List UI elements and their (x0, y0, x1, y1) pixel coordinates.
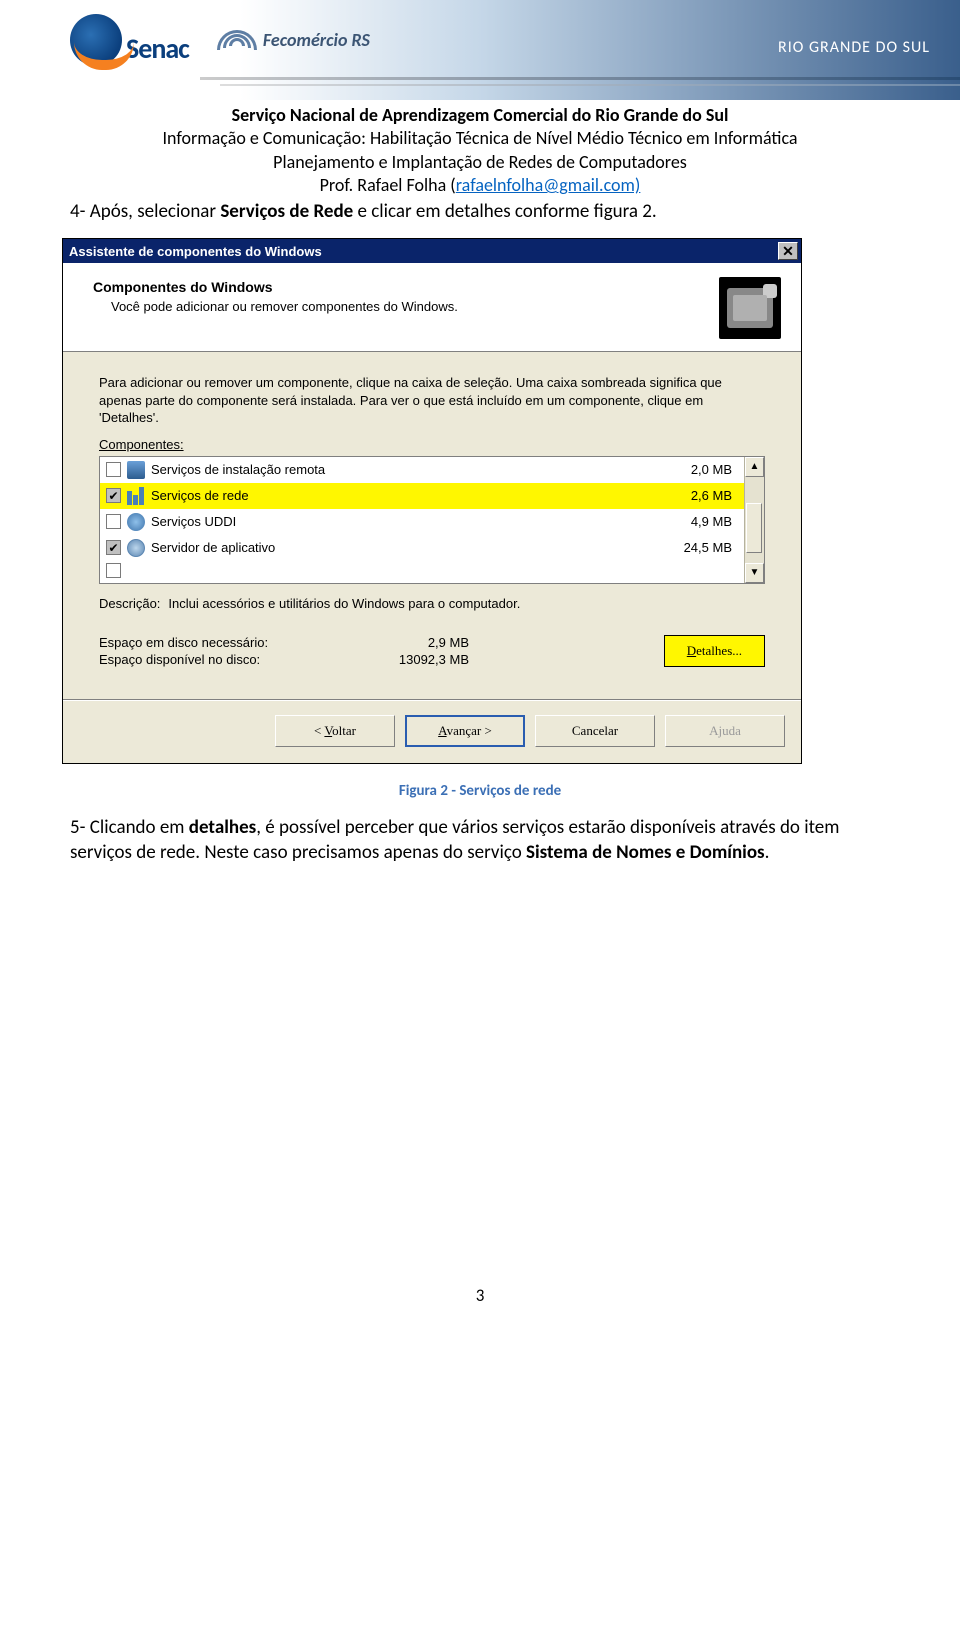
close-icon: ✕ (782, 243, 794, 260)
component-size: 2,0 MB (642, 462, 732, 477)
step-5-bold2: Sistema de Nomes e Domínios (526, 841, 765, 864)
next-button[interactable]: Avançar > (405, 715, 525, 747)
component-checkbox[interactable] (106, 488, 121, 503)
component-name: Serviços de instalação remota (151, 462, 636, 477)
component-row[interactable]: Serviços UDDI 4,9 MB (100, 509, 744, 535)
disk-required-value: 2,9 MB (359, 635, 469, 650)
figure-2-dialog: Assistente de componentes do Windows ✕ C… (62, 238, 802, 764)
wizard-icon (719, 277, 781, 339)
components-label: Componentes: (99, 437, 765, 452)
help-button[interactable]: Ajuda (665, 715, 785, 747)
rio-grande-do-sul-text: RIO GRANDE DO SUL (778, 38, 930, 57)
step-5-t3: . (765, 841, 770, 864)
disk-required-label: Espaço em disco necessário: (99, 635, 359, 650)
component-name: Serviços de rede (151, 488, 636, 503)
dialog-footer: < Voltar Avançar > Cancelar Ajuda (63, 701, 801, 763)
component-row[interactable]: Serviços de instalação remota 2,0 MB (100, 457, 744, 483)
description-label: Descrição: (99, 596, 160, 611)
scrollbar[interactable]: ▲ ▼ (744, 457, 764, 583)
step-5-t1: Clicando em (85, 816, 188, 839)
step-4-number: 4- (70, 200, 85, 223)
disk-info: Espaço em disco necessário: 2,9 MB Espaç… (99, 635, 765, 667)
component-row-partial[interactable] (100, 561, 744, 581)
net-icon (127, 487, 145, 505)
disk-available-label: Espaço disponível no disco: (99, 652, 359, 667)
remote-icon (127, 461, 145, 479)
component-size: 4,9 MB (642, 514, 732, 529)
description-text: Inclui acessórios e utilitários do Windo… (168, 596, 765, 611)
banner-underline-2 (220, 84, 960, 86)
component-checkbox[interactable] (106, 462, 121, 477)
header-banner: Senac Fecomércio RS RIO GRANDE DO SUL (0, 0, 960, 100)
doc-header-line2: Informação e Comunicação: Habilitação Té… (50, 127, 910, 150)
step-4-before: Após, selecionar (85, 200, 220, 223)
step-4-text: 4- Após, selecionar Serviços de Rede e c… (0, 198, 960, 225)
fecomercio-text: Fecomércio RS (263, 29, 370, 51)
figure-2-caption: Figura 2 - Serviços de rede (0, 782, 960, 800)
wizard-header: Componentes do Windows Você pode adicion… (63, 263, 801, 352)
component-checkbox[interactable] (106, 540, 121, 555)
fecomercio-arcs-icon (217, 20, 257, 60)
component-size: 2,6 MB (642, 488, 732, 503)
component-name: Serviços UDDI (151, 514, 636, 529)
page-number: 3 (0, 1285, 960, 1306)
doc-header-email-link[interactable]: rafaelnfolha@gmail.com) (456, 174, 641, 196)
component-row[interactable]: Serviços de rede 2,6 MB (100, 483, 744, 509)
windows-components-wizard-dialog: Assistente de componentes do Windows ✕ C… (62, 238, 802, 764)
dialog-title: Assistente de componentes do Windows (69, 244, 322, 259)
dialog-body: Componentes do Windows Você pode adicion… (63, 263, 801, 763)
wizard-title: Componentes do Windows (93, 279, 458, 295)
step-5-bold1: detalhes (189, 816, 256, 839)
component-checkbox[interactable] (106, 563, 121, 578)
components-list[interactable]: Serviços de instalação remota2,0 MBServi… (99, 456, 765, 584)
component-size: 24,5 MB (642, 540, 732, 555)
step-5-number: 5- (70, 816, 85, 839)
senac-swoosh-icon (70, 14, 122, 66)
scroll-thumb[interactable] (746, 503, 762, 553)
component-name: Servidor de aplicativo (151, 540, 636, 555)
dialog-titlebar[interactable]: Assistente de componentes do Windows ✕ (63, 239, 801, 263)
appsrv-icon (127, 539, 145, 557)
disk-available-value: 13092,3 MB (359, 652, 469, 667)
description-row: Descrição: Inclui acessórios e utilitári… (99, 596, 765, 611)
doc-header-line1: Serviço Nacional de Aprendizagem Comerci… (50, 104, 910, 127)
scroll-up-button[interactable]: ▲ (745, 457, 764, 477)
doc-header-line4: Prof. Rafael Folha (rafaelnfolha@gmail.c… (50, 174, 910, 197)
fecomercio-logo: Fecomércio RS (217, 20, 370, 60)
banner-underline (200, 77, 960, 80)
senac-text: Senac (126, 31, 189, 66)
wizard-instructions: Para adicionar ou remover um componente,… (99, 374, 765, 427)
step-4-bold: Serviços de Rede (220, 200, 353, 223)
details-button[interactable]: Detalhes... (664, 635, 765, 667)
uddi-icon (127, 513, 145, 531)
document-header: Serviço Nacional de Aprendizagem Comerci… (0, 104, 960, 198)
component-row[interactable]: Servidor de aplicativo 24,5 MB (100, 535, 744, 561)
cancel-button[interactable]: Cancelar (535, 715, 655, 747)
wizard-subtitle: Você pode adicionar ou remover component… (93, 299, 458, 314)
doc-header-prof: Prof. Rafael Folha ( (320, 174, 456, 196)
close-button[interactable]: ✕ (778, 242, 798, 260)
scroll-down-button[interactable]: ▼ (745, 563, 764, 583)
wizard-main: Para adicionar ou remover um componente,… (63, 352, 801, 681)
scroll-track[interactable] (745, 477, 764, 563)
step-5-text: 5- Clicando em detalhes, é possível perc… (0, 814, 960, 865)
senac-logo: Senac (70, 14, 189, 66)
step-4-after: e clicar em detalhes conforme figura 2. (353, 200, 657, 223)
doc-header-line3: Planejamento e Implantação de Redes de C… (50, 151, 910, 174)
component-checkbox[interactable] (106, 514, 121, 529)
back-button[interactable]: < Voltar (275, 715, 395, 747)
